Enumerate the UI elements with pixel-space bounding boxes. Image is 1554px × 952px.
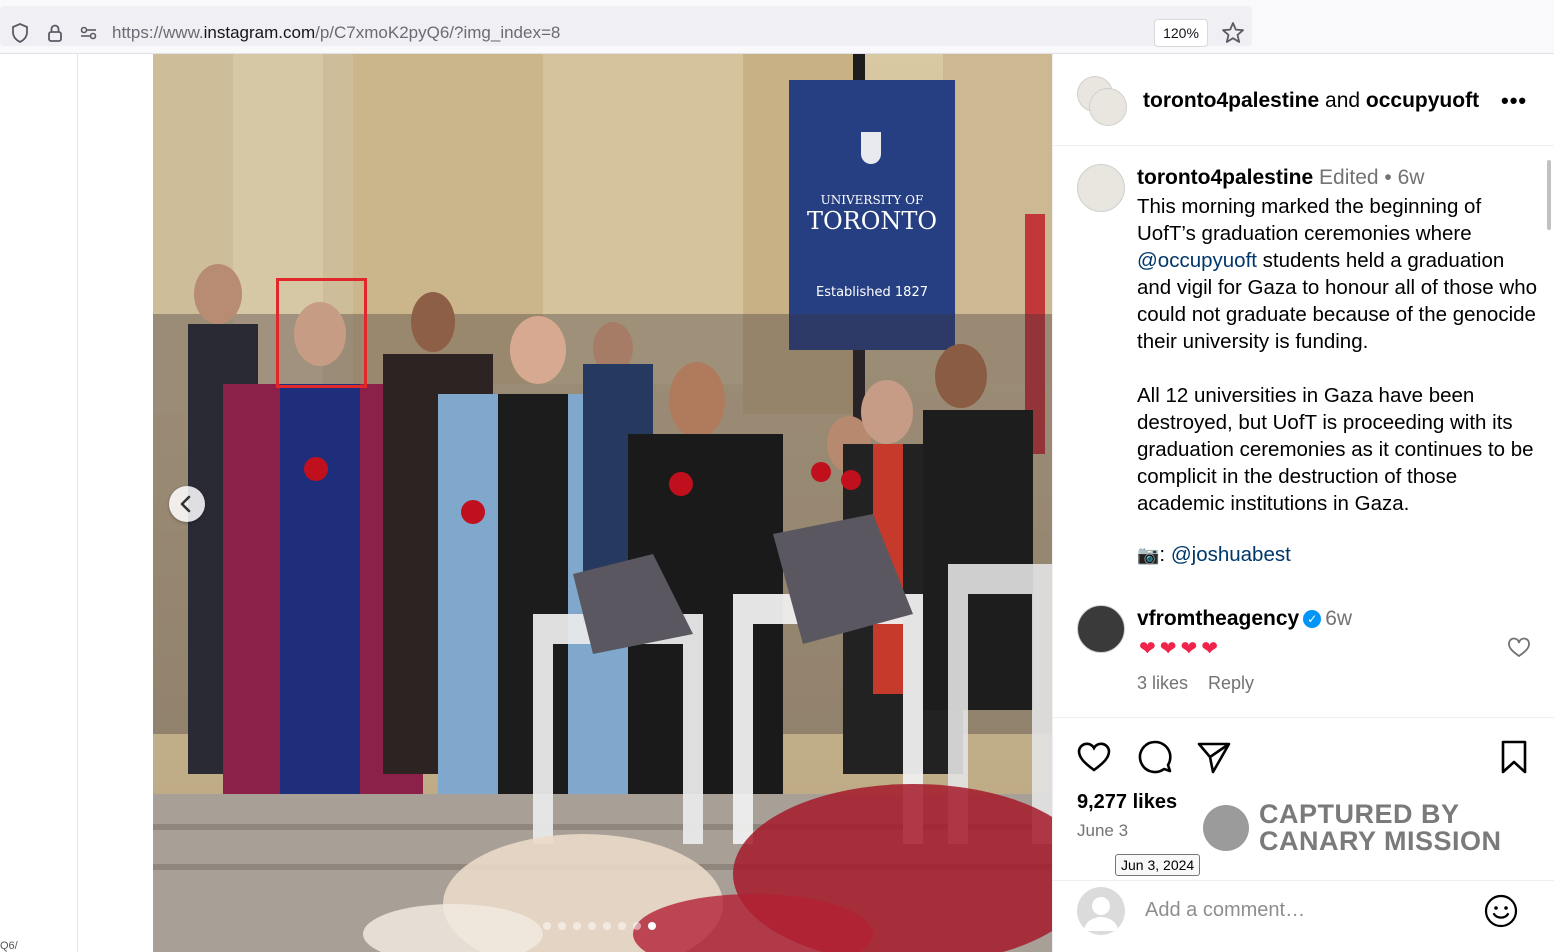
carousel-dot[interactable]	[558, 922, 566, 930]
comment-like-icon[interactable]	[1507, 636, 1531, 660]
add-comment-row: Add a comment…	[1053, 880, 1554, 952]
likes-count[interactable]: 9,277 likes	[1077, 791, 1177, 814]
emoji-icon[interactable]	[1483, 893, 1519, 929]
reply-button[interactable]: Reply	[1208, 673, 1254, 693]
avatar[interactable]	[1077, 605, 1125, 653]
comment-username[interactable]: vfromtheagency	[1137, 607, 1299, 630]
watermark-text: CAPTURED BY CANARY MISSION	[1259, 799, 1502, 856]
author-link[interactable]: occupyuoft	[1366, 89, 1479, 112]
comment-icon[interactable]	[1136, 738, 1174, 776]
carousel-dot[interactable]	[633, 922, 641, 930]
avatar[interactable]	[1077, 164, 1125, 212]
save-bookmark-icon[interactable]	[1495, 738, 1533, 776]
scrollbar[interactable]	[1547, 160, 1551, 230]
watermark: CAPTURED BY CANARY MISSION	[1203, 801, 1503, 861]
carousel-dot[interactable]	[603, 922, 611, 930]
photo-scene: UNIVERSITY OF TORONTO Established 1827	[153, 54, 1052, 952]
comment-likes[interactable]: 3 likes	[1137, 673, 1188, 693]
left-gutter-divider	[77, 54, 78, 952]
mention-link[interactable]: @joshuabest	[1171, 543, 1291, 566]
camera-icon: 📷	[1137, 545, 1160, 565]
post-side-panel: toronto4palestine and occupyuoft ••• tor…	[1052, 54, 1554, 952]
banner-line2: TORONTO	[807, 207, 937, 235]
verified-badge-icon: ✓	[1303, 610, 1322, 628]
avatar[interactable]	[1089, 88, 1127, 126]
photo-credit: 📷: @joshuabest	[1137, 543, 1291, 566]
banner-line3: Established 1827	[816, 285, 928, 300]
caption-text: This morning marked the beginning of Uof…	[1137, 195, 1543, 515]
carousel-dot[interactable]	[618, 922, 626, 930]
post-photo[interactable]: UNIVERSITY OF TORONTO Established 1827	[153, 54, 1052, 952]
share-icon[interactable]	[1195, 738, 1233, 776]
caption-username[interactable]: toronto4palestine	[1137, 166, 1313, 189]
canary-mission-logo-icon	[1203, 805, 1249, 851]
carousel-dots[interactable]	[543, 922, 656, 932]
comment-header: vfromtheagency ✓ 6w	[1137, 607, 1352, 631]
add-comment-input[interactable]: Add a comment…	[1145, 899, 1305, 922]
comment-meta: 3 likes Reply	[1137, 673, 1274, 694]
zoom-level[interactable]: 120%	[1154, 19, 1208, 47]
comment-age[interactable]: 6w	[1325, 607, 1352, 630]
bookmark-star-icon[interactable]	[1220, 20, 1246, 46]
edited-label: Edited	[1319, 166, 1379, 189]
post-authors: toronto4palestine and occupyuoft	[1143, 89, 1480, 112]
comment-text: ❤❤❤❤	[1139, 638, 1223, 660]
address-bar[interactable]: https://www.instagram.com/p/C7xmoK2pyQ6/…	[0, 6, 1252, 47]
caption-header: toronto4palestine Edited • 6w	[1137, 166, 1425, 189]
post-header: toronto4palestine and occupyuoft •••	[1053, 54, 1554, 146]
toolbar-extensions[interactable]	[1400, 8, 1550, 46]
carousel-prev-button[interactable]	[169, 486, 205, 522]
shield-icon[interactable]	[9, 22, 31, 44]
lock-icon[interactable]	[44, 22, 66, 44]
highlight-box	[276, 278, 367, 388]
caption-age[interactable]: 6w	[1398, 166, 1425, 189]
browser-toolbar: https://www.instagram.com/p/C7xmoK2pyQ6/…	[0, 0, 1554, 54]
carousel-dot[interactable]	[543, 922, 551, 930]
more-options-icon[interactable]: •••	[1501, 88, 1527, 114]
like-icon[interactable]	[1075, 738, 1113, 776]
divider	[1053, 717, 1554, 718]
mention-link[interactable]: @occupyuoft	[1137, 249, 1257, 272]
carousel-dot[interactable]	[573, 922, 581, 930]
carousel-dot[interactable]	[588, 922, 596, 930]
gutter-text: Q6/	[0, 940, 18, 952]
url-text[interactable]: https://www.instagram.com/p/C7xmoK2pyQ6/…	[112, 23, 560, 43]
author-link[interactable]: toronto4palestine	[1143, 89, 1319, 112]
post-date[interactable]: June 3	[1077, 821, 1128, 841]
carousel-dot[interactable]	[648, 922, 656, 930]
user-icon	[1084, 897, 1118, 931]
banner-line1: UNIVERSITY OF	[821, 193, 924, 207]
permissions-icon[interactable]	[78, 22, 100, 44]
chevron-left-icon	[180, 495, 191, 513]
date-tooltip: Jun 3, 2024	[1115, 854, 1201, 876]
avatar	[1077, 887, 1125, 935]
